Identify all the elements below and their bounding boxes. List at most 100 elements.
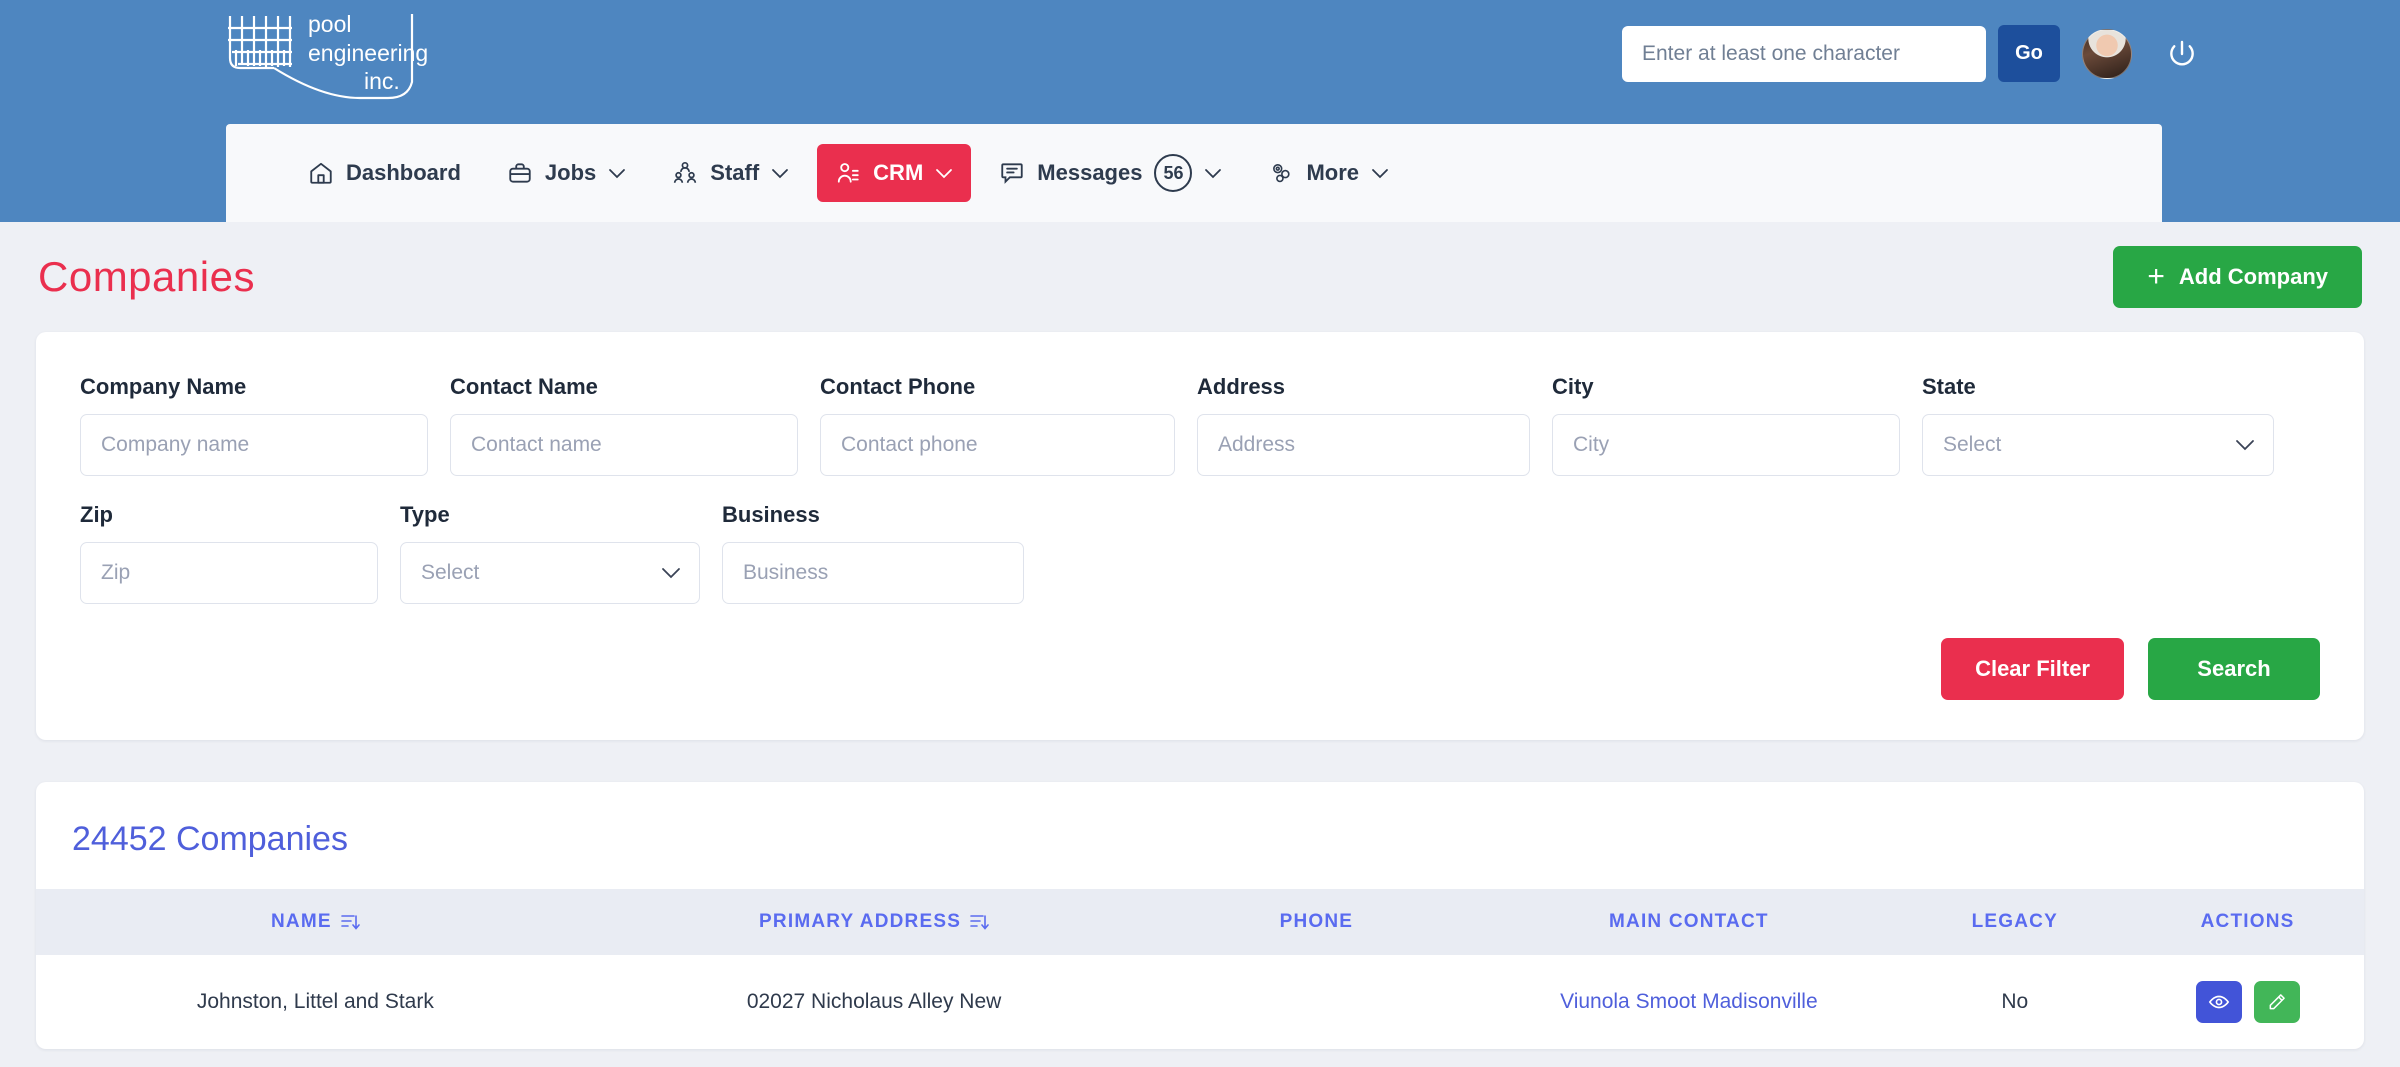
city-input[interactable] (1552, 414, 1900, 476)
brand-line-3: inc. (364, 68, 400, 94)
clear-filter-button[interactable]: Clear Filter (1941, 638, 2124, 700)
nav-label: More (1306, 160, 1359, 186)
table-header: NAME PRIMARY ADDRESS (36, 889, 2364, 955)
company-name-input[interactable] (80, 414, 428, 476)
power-icon[interactable] (2166, 38, 2198, 70)
page-header: Companies + Add Company (36, 222, 2364, 332)
state-select[interactable]: Select (1922, 414, 2274, 476)
column-header-legacy: LEGACY (1898, 889, 2131, 955)
cell-legacy: No (1898, 955, 2131, 1049)
filter-company-name: Company Name (80, 374, 428, 476)
brand-line-1: pool (308, 11, 351, 37)
column-header-main-contact: MAIN CONTACT (1479, 889, 1898, 955)
zip-input[interactable] (80, 542, 378, 604)
cell-name: Johnston, Littel and Stark (36, 955, 595, 1049)
field-label: Zip (80, 502, 378, 528)
cell-phone (1153, 955, 1479, 1049)
field-label: Address (1197, 374, 1530, 400)
messages-badge: 56 (1154, 154, 1192, 192)
companies-table: NAME PRIMARY ADDRESS (36, 889, 2364, 1049)
people-icon (672, 160, 698, 186)
column-header-actions: ACTIONS (2131, 889, 2364, 955)
filter-row-1: Company Name Contact Name Contact Phone … (80, 374, 2320, 476)
edit-icon (2267, 992, 2287, 1012)
nav-item-staff[interactable]: Staff (654, 144, 807, 202)
type-select-value: Select (421, 561, 479, 585)
filter-city: City (1552, 374, 1900, 476)
chevron-down-icon (2235, 439, 2255, 451)
chevron-down-icon (661, 567, 681, 579)
field-label: Contact Phone (820, 374, 1175, 400)
type-select[interactable]: Select (400, 542, 700, 604)
filter-panel: Company Name Contact Name Contact Phone … (36, 332, 2364, 740)
table-row[interactable]: Johnston, Littel and Stark 02027 Nichola… (36, 955, 2364, 1049)
contact-icon (835, 160, 861, 186)
brand-line-2: engineering (308, 40, 428, 66)
field-label: City (1552, 374, 1900, 400)
contact-phone-input[interactable] (820, 414, 1175, 476)
nav-item-crm[interactable]: CRM (817, 144, 971, 202)
cell-main-contact[interactable]: Viunola Smoot Madisonville (1479, 955, 1898, 1049)
filter-contact-name: Contact Name (450, 374, 798, 476)
filter-type: Type Select (400, 502, 700, 604)
filter-address: Address (1197, 374, 1530, 476)
home-icon (308, 160, 334, 186)
main-navigation: Dashboard Jobs Staff (226, 124, 2162, 222)
nav-item-jobs[interactable]: Jobs (489, 144, 644, 202)
nav-item-messages[interactable]: Messages 56 (981, 138, 1240, 208)
table-header-row: NAME PRIMARY ADDRESS (36, 889, 2364, 955)
address-input[interactable] (1197, 414, 1530, 476)
table-body: Johnston, Littel and Stark 02027 Nichola… (36, 955, 2364, 1049)
filter-state: State Select (1922, 374, 2274, 476)
search-input[interactable] (1622, 26, 1986, 82)
add-company-label: Add Company (2179, 264, 2328, 290)
gear-icon (1268, 160, 1294, 186)
field-label: Contact Name (450, 374, 798, 400)
contact-name-input[interactable] (450, 414, 798, 476)
add-company-button[interactable]: + Add Company (2113, 246, 2362, 308)
nav-label: Jobs (545, 160, 596, 186)
state-select-value: Select (1943, 433, 2001, 457)
chevron-down-icon (771, 168, 789, 179)
column-header-primary-address[interactable]: PRIMARY ADDRESS (595, 889, 1154, 955)
chevron-down-icon (935, 168, 953, 179)
sort-icon (969, 912, 989, 932)
global-search: Go (1622, 25, 2198, 82)
message-icon (999, 160, 1025, 186)
chevron-down-icon (1204, 168, 1222, 179)
cell-actions (2131, 955, 2364, 1049)
filter-contact-phone: Contact Phone (820, 374, 1175, 476)
search-button[interactable]: Search (2148, 638, 2320, 700)
plus-icon: + (2147, 262, 2165, 292)
nav-item-more[interactable]: More (1250, 144, 1407, 202)
column-header-name[interactable]: NAME (36, 889, 595, 955)
filter-row-2: Zip Type Select Business (80, 502, 2320, 604)
results-count: 24452 Companies (36, 782, 2364, 889)
column-header-phone: PHONE (1153, 889, 1479, 955)
chevron-down-icon (608, 168, 626, 179)
filter-zip: Zip (80, 502, 378, 604)
avatar[interactable] (2082, 29, 2132, 79)
column-label: PRIMARY ADDRESS (759, 911, 961, 933)
field-label: Business (722, 502, 1024, 528)
column-label: NAME (271, 911, 332, 933)
view-icon (2208, 991, 2230, 1013)
nav-label: CRM (873, 160, 923, 186)
field-label: Company Name (80, 374, 428, 400)
cell-address: 02027 Nicholaus Alley New (595, 955, 1154, 1049)
filter-business: Business (722, 502, 1024, 604)
nav-item-dashboard[interactable]: Dashboard (290, 144, 479, 202)
filter-actions: Clear Filter Search (80, 638, 2320, 700)
field-label: State (1922, 374, 2274, 400)
page-content: Companies + Add Company Company Name Con… (0, 222, 2400, 1049)
nav-label: Dashboard (346, 160, 461, 186)
view-button[interactable] (2196, 981, 2242, 1023)
edit-button[interactable] (2254, 981, 2300, 1023)
business-input[interactable] (722, 542, 1024, 604)
nav-label: Staff (710, 160, 759, 186)
page-title: Companies (38, 253, 255, 301)
nav-label: Messages (1037, 160, 1142, 186)
briefcase-icon (507, 160, 533, 186)
brand-logo[interactable]: pool engineering inc. (212, 6, 444, 104)
search-go-button[interactable]: Go (1998, 25, 2060, 82)
